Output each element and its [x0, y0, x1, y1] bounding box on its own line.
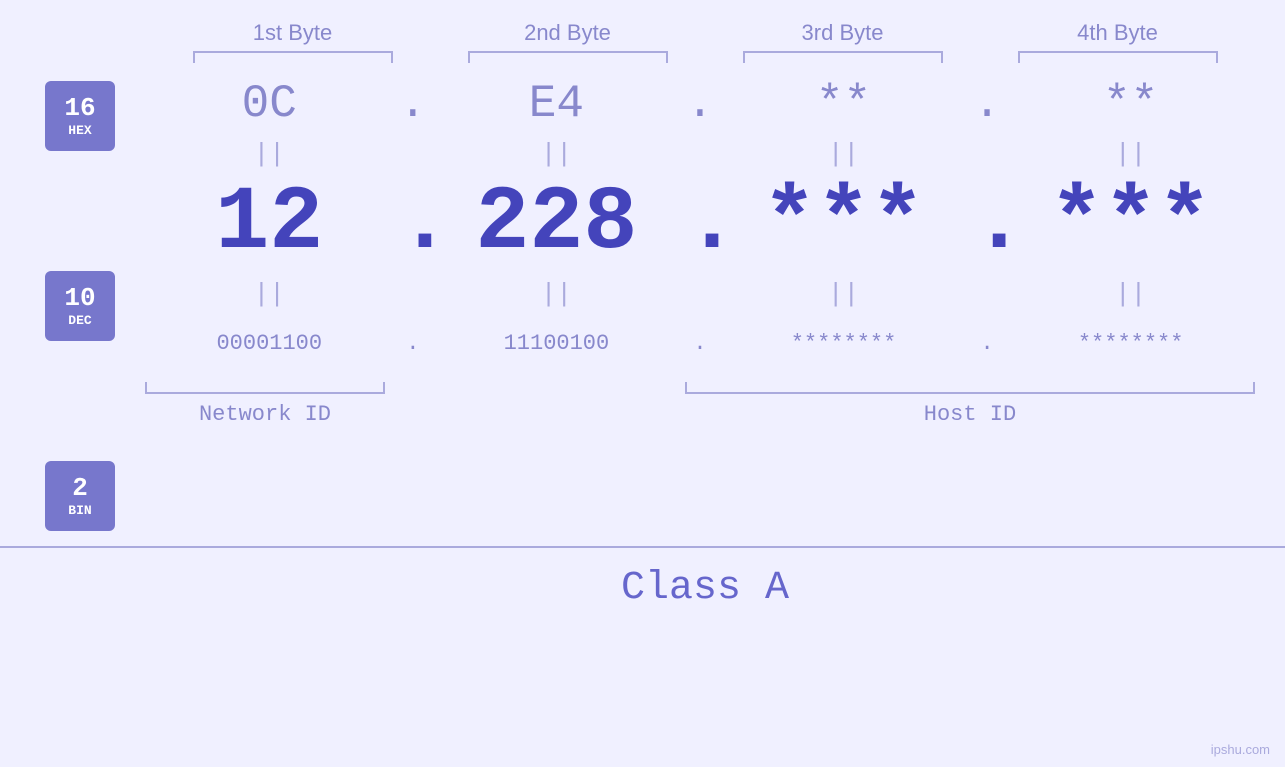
badge-hex-number: 16: [64, 95, 95, 121]
eq-2-2: ||: [436, 279, 676, 309]
hex-dot-1: .: [398, 78, 428, 130]
bin-dot-2: .: [685, 331, 715, 356]
bin-row: 00001100 . 11100100 . ******** .: [145, 311, 1255, 376]
eq-1-3: ||: [724, 139, 964, 169]
content-wrapper: 16 HEX 10 DEC 2 BIN 0C .: [0, 71, 1285, 531]
dec-val-4: ***: [1011, 173, 1251, 275]
watermark: ipshu.com: [1211, 742, 1270, 757]
top-bracket-3: [743, 51, 943, 63]
equals-row-1: || || || ||: [145, 136, 1255, 171]
dec-row: 12 . 228 . *** . ***: [145, 171, 1255, 276]
badge-dec: 10 DEC: [45, 271, 115, 341]
bin-val-2: 11100100: [436, 331, 676, 356]
hex-val-4: **: [1011, 78, 1251, 130]
badge-dec-label: DEC: [68, 313, 91, 328]
host-bottom-bracket: [685, 382, 1255, 394]
dec-val-3: ***: [724, 173, 964, 275]
bin-dot-1: .: [398, 331, 428, 356]
dec-dot-3: .: [972, 173, 1002, 275]
hex-dot-3: .: [972, 78, 1002, 130]
class-row: Class A: [0, 546, 1285, 611]
hex-val-3: **: [724, 78, 964, 130]
eq-1-2: ||: [436, 139, 676, 169]
hex-dot-2: .: [685, 78, 715, 130]
eq-2-1: ||: [149, 279, 389, 309]
dec-dot-1: .: [398, 173, 428, 275]
byte-header-1: 1st Byte: [173, 20, 413, 46]
badge-bin: 2 BIN: [45, 461, 115, 531]
badge-hex: 16 HEX: [45, 81, 115, 151]
badge-bin-number: 2: [72, 475, 88, 501]
hex-val-2: E4: [436, 78, 676, 130]
badge-dec-number: 10: [64, 285, 95, 311]
class-label: Class A: [621, 566, 789, 611]
eq-2-3: ||: [724, 279, 964, 309]
bin-val-4: ********: [1011, 331, 1251, 356]
dec-dot-2: .: [685, 173, 715, 275]
top-brackets: [0, 51, 1285, 63]
bin-dot-3: .: [972, 331, 1002, 356]
bottom-brackets-wrapper: [145, 382, 1255, 394]
top-bracket-2: [468, 51, 668, 63]
eq-2-4: ||: [1011, 279, 1251, 309]
badge-hex-label: HEX: [68, 123, 91, 138]
top-bracket-1: [193, 51, 393, 63]
badge-bin-label: BIN: [68, 503, 91, 518]
dec-val-1: 12: [149, 173, 389, 275]
equals-row-2: || || || ||: [145, 276, 1255, 311]
network-id-label: Network ID: [145, 402, 385, 427]
id-labels: Network ID Host ID: [145, 402, 1255, 427]
hex-val-1: 0C: [149, 78, 389, 130]
byte-header-3: 3rd Byte: [723, 20, 963, 46]
hex-row: 0C . E4 . ** . **: [145, 71, 1255, 136]
host-id-label: Host ID: [685, 402, 1255, 427]
byte-headers: 1st Byte 2nd Byte 3rd Byte 4th Byte: [0, 20, 1285, 46]
top-bracket-4: [1018, 51, 1218, 63]
main-container: 1st Byte 2nd Byte 3rd Byte 4th Byte 16 H…: [0, 0, 1285, 767]
bin-val-3: ********: [724, 331, 964, 356]
badges-column: 16 HEX 10 DEC 2 BIN: [0, 71, 115, 531]
network-bottom-bracket: [145, 382, 385, 394]
byte-header-2: 2nd Byte: [448, 20, 688, 46]
eq-1-4: ||: [1011, 139, 1251, 169]
host-bracket-container: [685, 382, 1255, 394]
dec-val-2: 228: [436, 173, 676, 275]
rows-area: 0C . E4 . ** . **: [115, 71, 1285, 531]
eq-1-1: ||: [149, 139, 389, 169]
byte-header-4: 4th Byte: [998, 20, 1238, 46]
bin-val-1: 00001100: [149, 331, 389, 356]
